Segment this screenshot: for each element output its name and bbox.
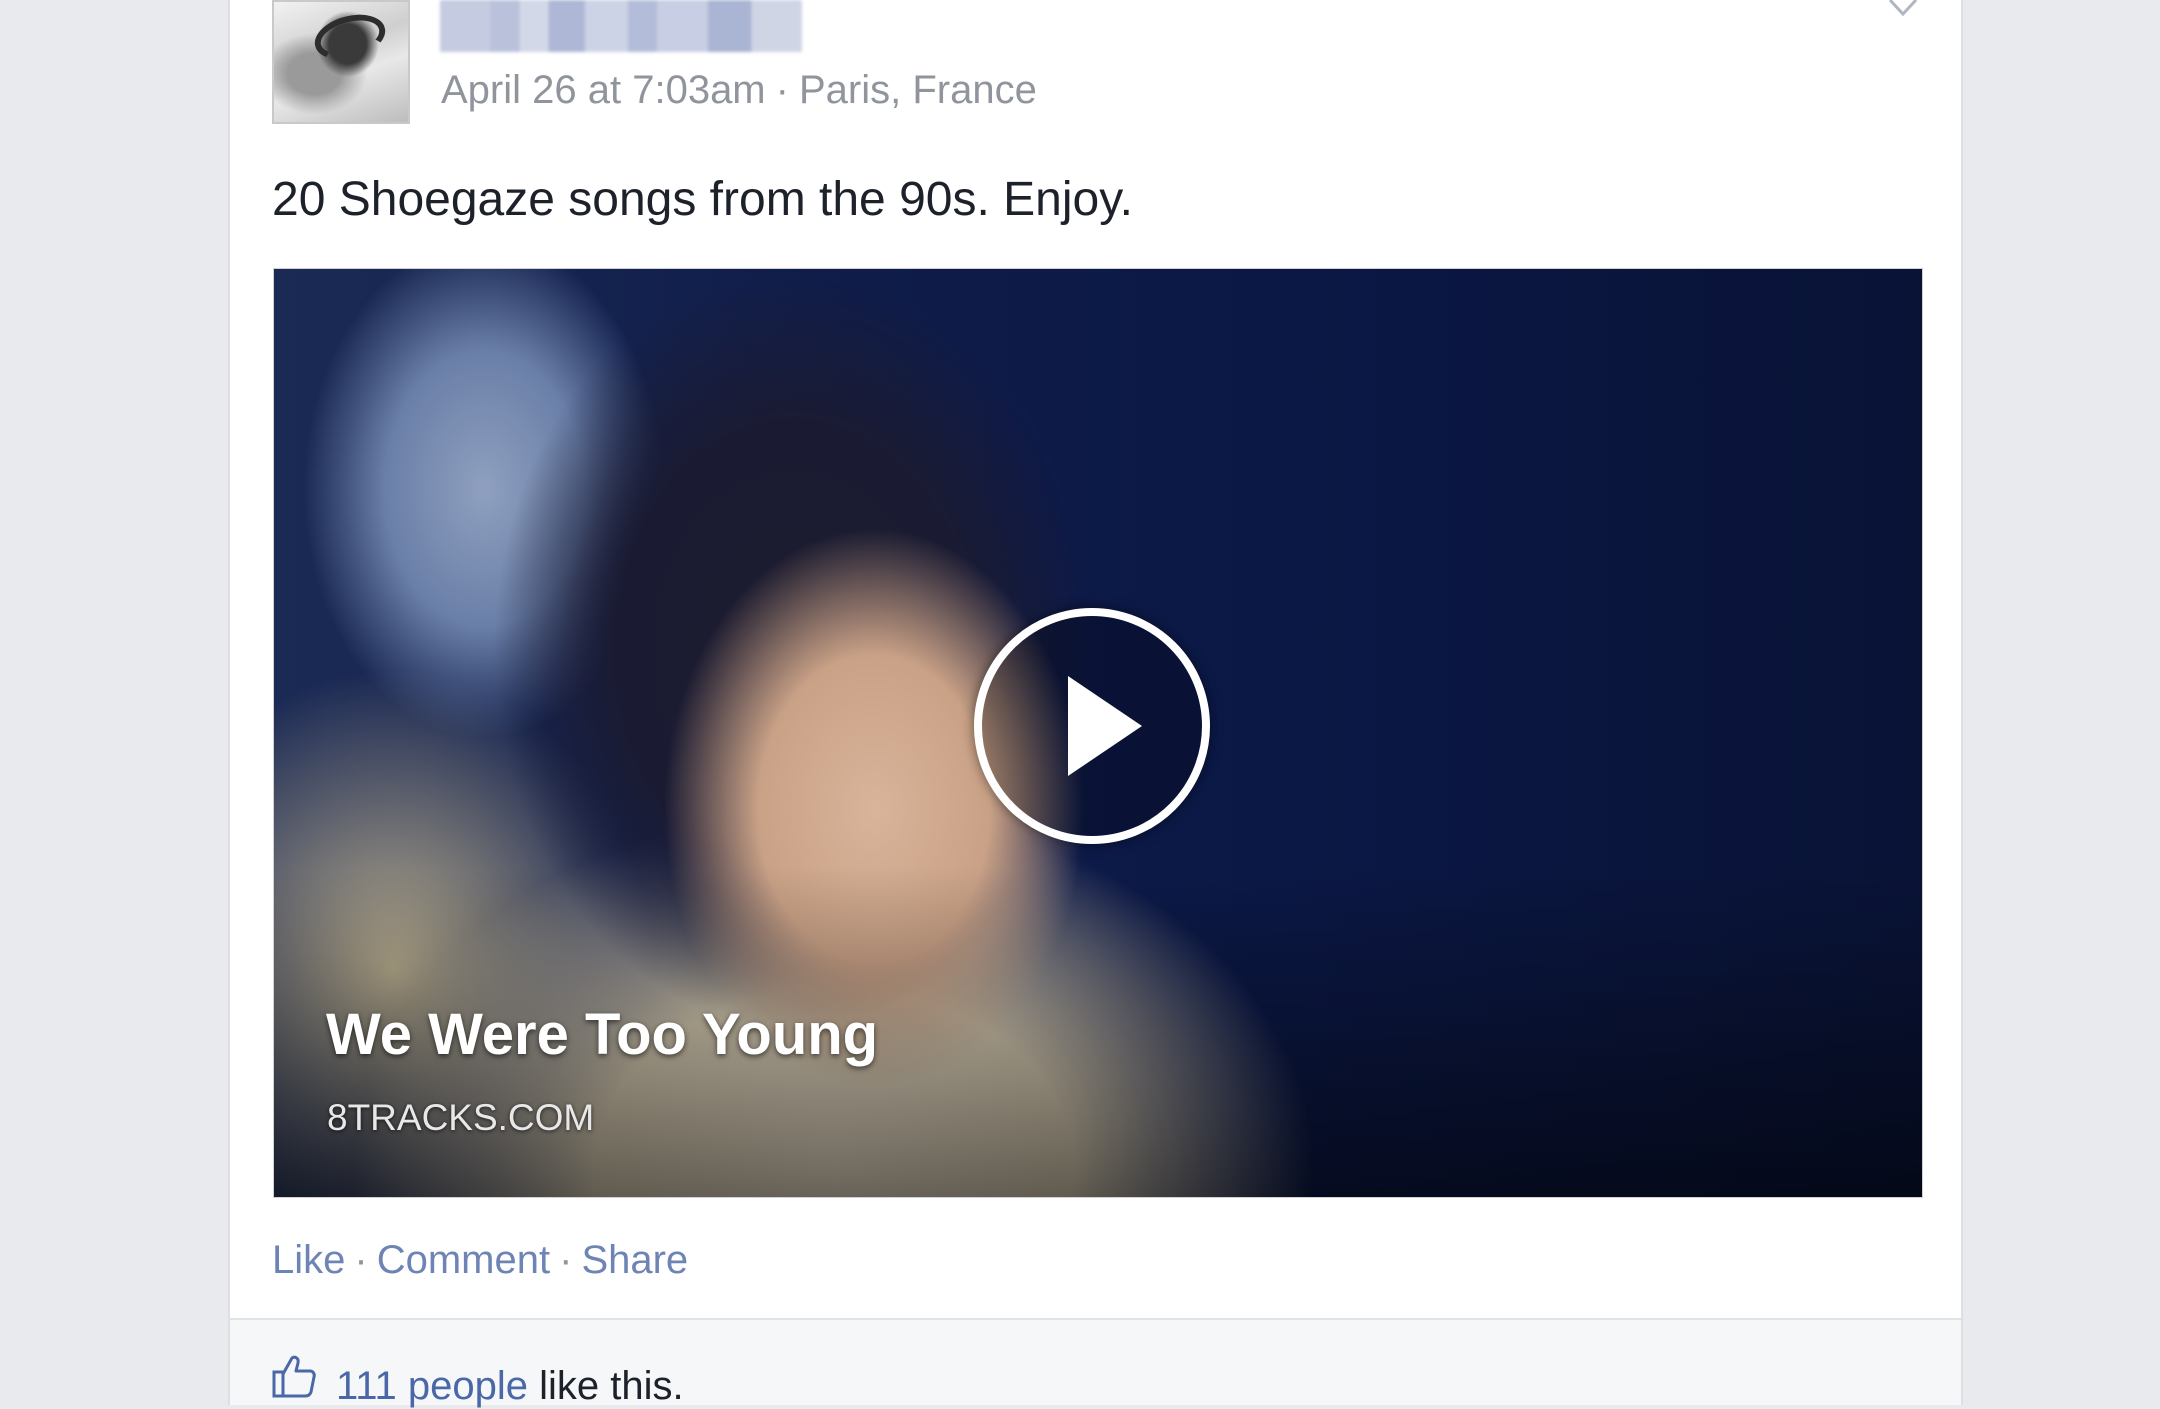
likes-text: 111 people like this. [336,1364,684,1409]
post-message: 20 Shoegaze songs from the 90s. Enjoy. [272,173,1133,226]
share-link[interactable]: Share [581,1238,688,1282]
link-preview-title[interactable]: We Were Too Young [326,1001,878,1068]
link-preview-source: 8TRACKS.COM [327,1097,595,1138]
thumbs-up-icon [272,1355,316,1398]
post-timestamp[interactable]: April 26 at 7:03am [441,68,766,112]
comment-link[interactable]: Comment [377,1238,550,1282]
play-icon [1068,676,1142,776]
likes-summary: 111 people like this. [230,1318,1961,1408]
action-separator: · [559,1238,573,1282]
post-actions: Like · Comment · Share [272,1238,688,1283]
author-avatar[interactable] [272,0,410,124]
chevron-down-icon[interactable] [1886,0,1920,24]
like-link[interactable]: Like [272,1238,345,1282]
likes-suffix: like this. [528,1364,684,1408]
author-name-redacted[interactable] [440,0,802,52]
likes-count-link[interactable]: 111 people [336,1364,528,1408]
play-button[interactable] [974,608,1210,844]
action-separator: · [354,1238,368,1282]
post-meta: April 26 at 7:03am · Paris, France [441,68,1037,113]
feed-post: April 26 at 7:03am · Paris, France 20 Shoe… [228,0,1963,1408]
meta-separator: · [775,68,789,112]
post-location[interactable]: Paris, France [799,68,1037,112]
link-preview-video[interactable]: We Were Too Young 8TRACKS.COM [273,268,1923,1198]
